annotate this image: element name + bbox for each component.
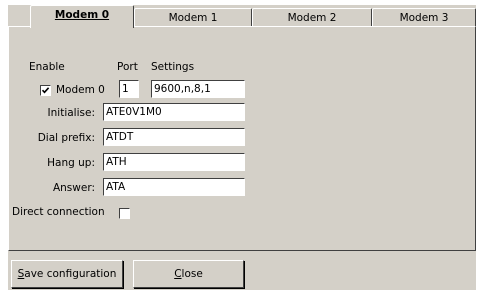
initialise-label: Initialise: <box>47 107 95 119</box>
modem-enable-checkbox[interactable] <box>40 85 51 96</box>
tab-panel: Enable Port Settings Modem 0 Initialise:… <box>8 26 476 251</box>
tab-modem-3[interactable]: Modem 3 <box>372 8 476 27</box>
tab-label: Modem 0 <box>54 9 110 21</box>
modem-settings-dialog: Modem 0 Modem 1 Modem 2 Modem 3 Enable P… <box>8 5 476 290</box>
save-configuration-button[interactable]: Save configuration <box>11 260 123 288</box>
answer-input[interactable] <box>103 178 245 196</box>
modem-enable-label: Modem 0 <box>56 84 105 96</box>
tab-label: Modem 3 <box>399 12 449 24</box>
tab-modem-2[interactable]: Modem 2 <box>252 8 372 27</box>
checkmark-icon <box>41 87 50 94</box>
tab-modem-0[interactable]: Modem 0 <box>30 5 134 28</box>
port-input[interactable] <box>119 80 139 98</box>
tab-modem-1[interactable]: Modem 1 <box>134 8 252 27</box>
tab-label: Modem 2 <box>287 12 337 24</box>
port-header: Port <box>117 61 138 73</box>
enable-header: Enable <box>29 61 65 73</box>
save-label: ave configuration <box>24 268 117 280</box>
direct-connection-checkbox[interactable] <box>119 208 130 219</box>
close-label: lose <box>181 268 203 280</box>
dial-prefix-label: Dial prefix: <box>37 132 95 144</box>
initialise-input[interactable] <box>103 103 245 121</box>
close-button[interactable]: Close <box>133 260 244 288</box>
dial-prefix-input[interactable] <box>103 128 245 146</box>
close-mnemonic: C <box>174 268 182 280</box>
direct-connection-label: Direct connection <box>12 206 105 218</box>
settings-header: Settings <box>151 61 195 73</box>
answer-label: Answer: <box>52 182 95 194</box>
tab-label: Modem 1 <box>168 12 218 24</box>
tab-strip: Modem 0 Modem 1 Modem 2 Modem 3 <box>8 5 476 28</box>
settings-input[interactable] <box>151 80 245 98</box>
hang-up-input[interactable] <box>103 153 245 171</box>
hang-up-label: Hang up: <box>47 157 95 169</box>
